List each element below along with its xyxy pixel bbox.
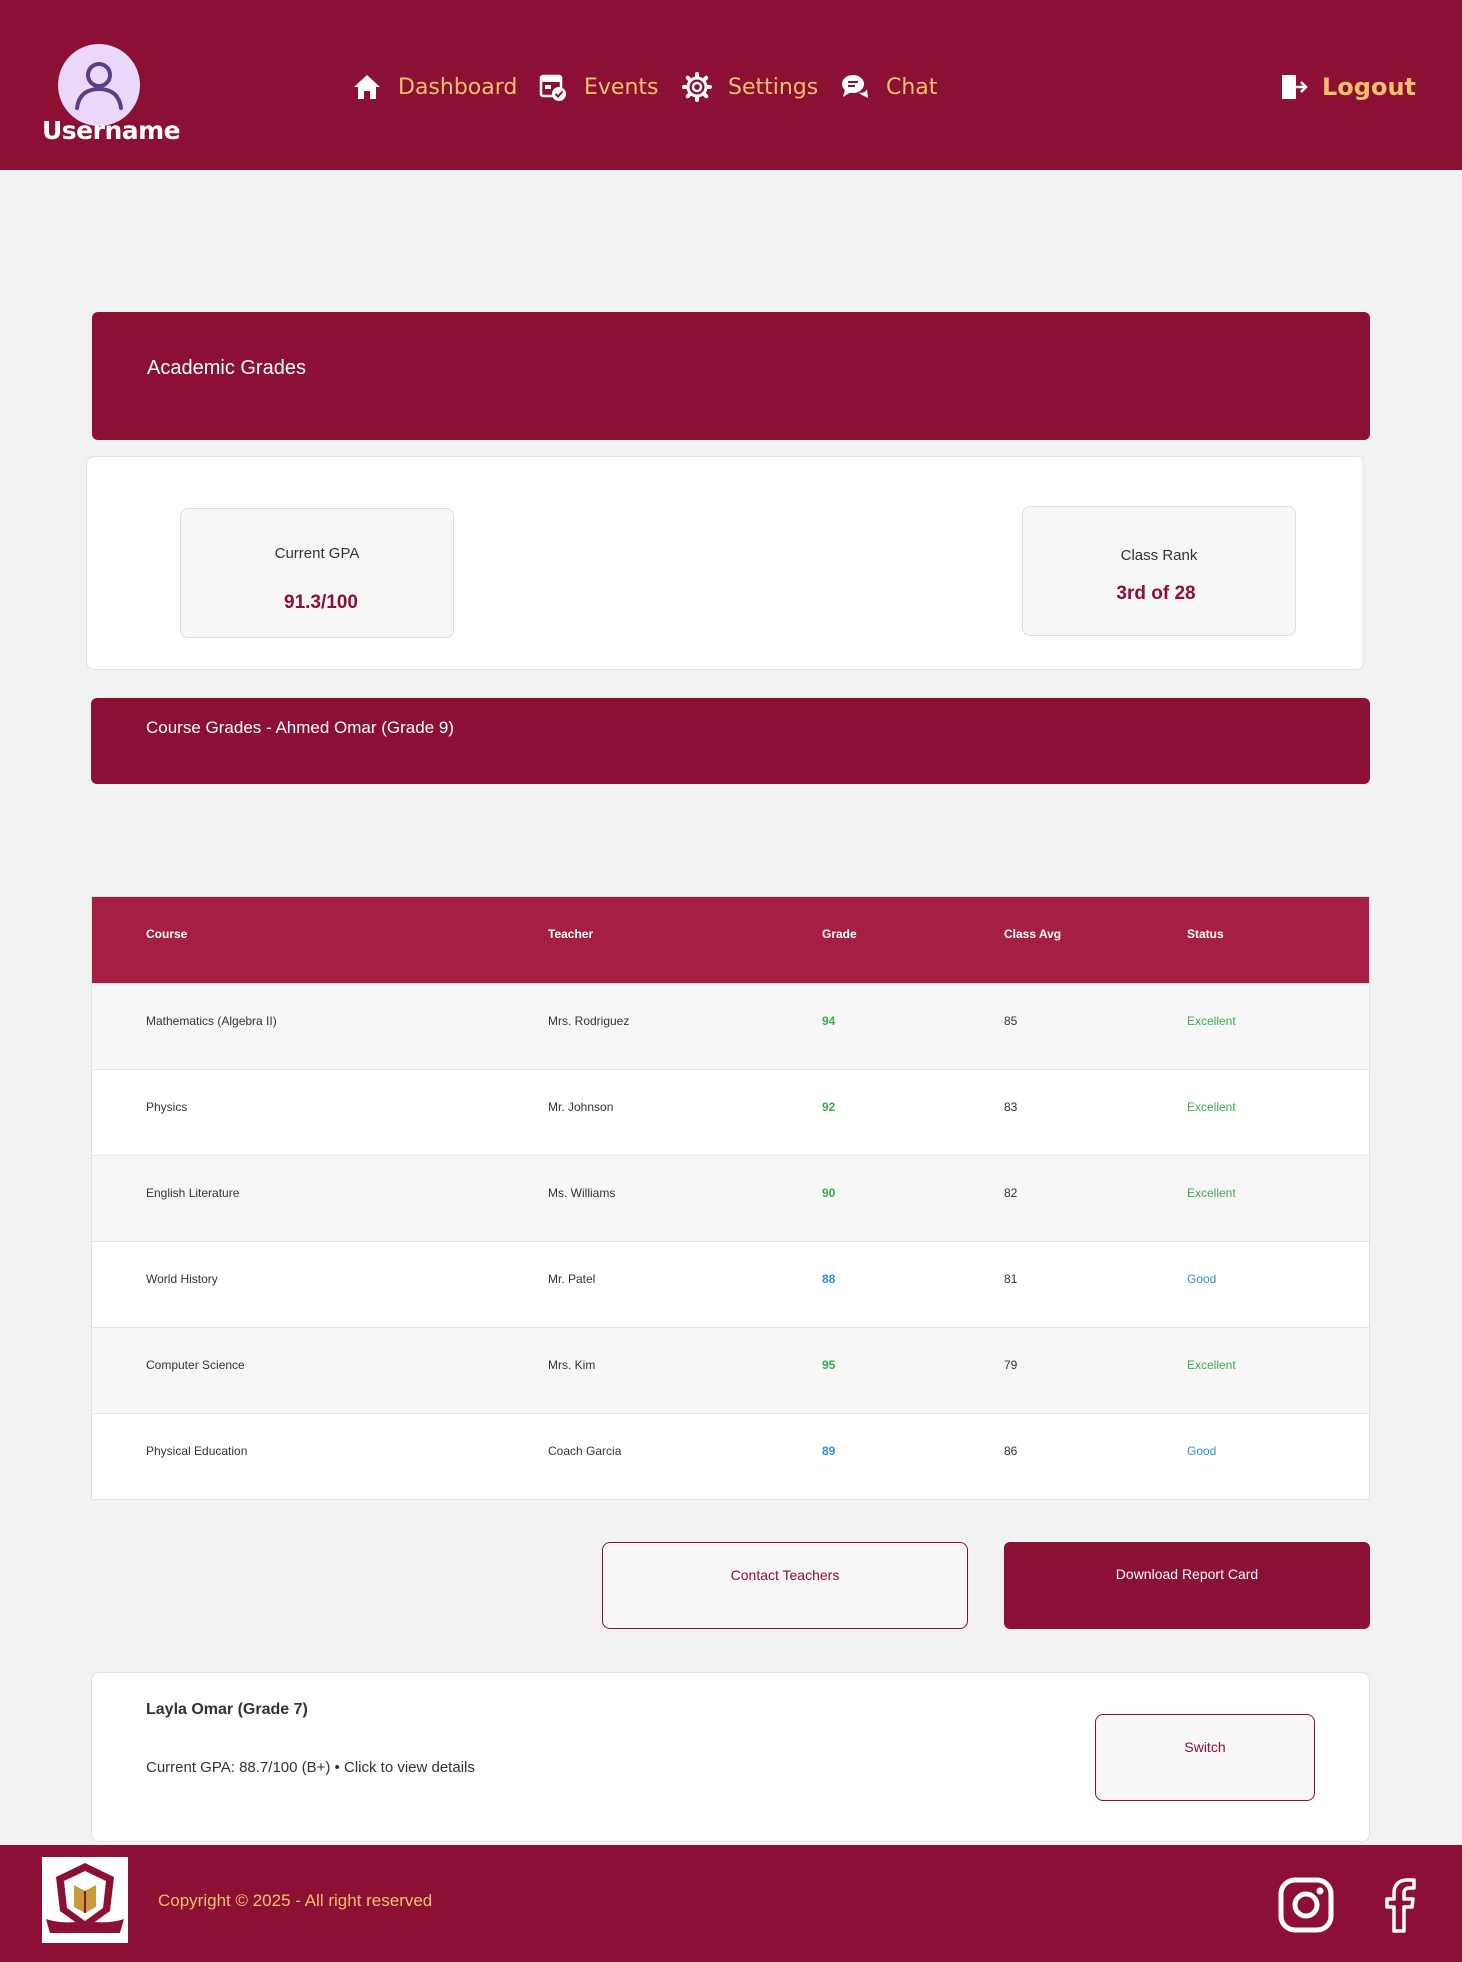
grade-cell: 90: [822, 1186, 836, 1200]
footer: Copyright © 2025 - All right reserved: [0, 1845, 1462, 1962]
contact-teachers-label: Contact Teachers: [730, 1567, 840, 1583]
gear-icon: [682, 72, 712, 102]
gpa-card: Current GPA 91.3/100: [180, 508, 454, 638]
class-avg-cell: 79: [1004, 1358, 1018, 1372]
nav-events[interactable]: Events: [538, 72, 659, 102]
table-row: Physics Mr. Johnson 92 83 Excellent: [92, 1069, 1369, 1155]
teacher-cell: Mr. Johnson: [548, 1100, 614, 1114]
download-report-card-label: Download Report Card: [1115, 1566, 1259, 1582]
teacher-cell: Coach Garcia: [548, 1444, 622, 1458]
column-header-teacher: Teacher: [548, 927, 594, 941]
column-header-class-avg: Class Avg: [1004, 927, 1062, 941]
grade-cell: 94: [822, 1014, 836, 1028]
nav-settings[interactable]: Settings: [682, 72, 818, 102]
page-title: Academic Grades: [147, 357, 306, 379]
status-cell: Excellent: [1187, 1358, 1236, 1372]
top-navigation-bar: Username Dashboard Events Settings Chat …: [0, 0, 1462, 170]
class-rank-card: Class Rank 3rd of 28: [1022, 506, 1296, 636]
column-header-grade: Grade: [822, 927, 857, 941]
status-cell: Excellent: [1187, 1100, 1236, 1114]
grade-cell: 95: [822, 1358, 836, 1372]
logout-button[interactable]: Logout: [1280, 72, 1416, 102]
grade-cell: 92: [822, 1100, 836, 1114]
switch-label: Switch: [1184, 1739, 1226, 1755]
logout-icon: [1282, 75, 1308, 99]
class-avg-cell: 83: [1004, 1100, 1018, 1114]
username-label: Username: [42, 116, 181, 145]
class-avg-cell: 82: [1004, 1186, 1018, 1200]
teacher-cell: Mrs. Kim: [548, 1358, 596, 1372]
class-avg-cell: 81: [1004, 1272, 1018, 1286]
teacher-cell: Mrs. Rodriguez: [548, 1014, 630, 1028]
table-row: World History Mr. Patel 88 81 Good: [92, 1241, 1369, 1327]
table-row: Computer Science Mrs. Kim 95 79 Excellent: [92, 1327, 1369, 1413]
grades-table: Course Teacher Grade Class Avg Status Ma…: [91, 896, 1370, 1500]
sibling-student-card[interactable]: Layla Omar (Grade 7) Current GPA: 88.7/1…: [91, 1672, 1370, 1842]
nav-chat-label: Chat: [886, 74, 938, 100]
school-logo: [42, 1857, 128, 1943]
logout-label: Logout: [1322, 73, 1417, 101]
sibling-gpa-info: Current GPA: 88.7/100 (B+) • Click to vi…: [146, 1759, 475, 1776]
page-title-banner: Academic Grades: [92, 312, 1370, 440]
status-cell: Good: [1187, 1272, 1217, 1286]
school-crest-icon: [46, 1863, 124, 1933]
class-avg-cell: 86: [1004, 1444, 1018, 1458]
course-cell: Physics: [146, 1100, 188, 1114]
grade-cell: 89: [822, 1444, 836, 1458]
table-header: Course Teacher Grade Class Avg Status: [92, 897, 1369, 983]
course-cell: Physical Education: [146, 1444, 248, 1458]
course-grades-heading: Course Grades - Ahmed Omar (Grade 9): [146, 718, 455, 737]
course-cell: Mathematics (Algebra II): [146, 1014, 277, 1028]
status-cell: Excellent: [1187, 1014, 1236, 1028]
gpa-label: Current GPA: [274, 545, 360, 562]
contact-teachers-button[interactable]: Contact Teachers: [602, 1542, 968, 1629]
table-body: Mathematics (Algebra II) Mrs. Rodriguez 94…: [92, 983, 1369, 1499]
home-icon: [354, 75, 380, 99]
chat-icon: [842, 75, 868, 98]
grade-cell: 88: [822, 1272, 836, 1286]
copyright-text: Copyright © 2025 - All right reserved: [158, 1891, 433, 1910]
calendar-check-icon: [539, 74, 566, 101]
sibling-name: Layla Omar (Grade 7): [146, 1701, 308, 1718]
facebook-icon[interactable]: [1372, 1877, 1428, 1933]
class-rank-value: 3rd of 28: [1116, 583, 1196, 604]
nav-settings-label: Settings: [728, 74, 819, 100]
download-report-card-button[interactable]: Download Report Card: [1004, 1542, 1370, 1629]
table-row: Physical Education Coach Garcia 89 86 Good: [92, 1413, 1369, 1499]
switch-student-button[interactable]: Switch: [1095, 1714, 1315, 1801]
course-grades-banner: Course Grades - Ahmed Omar (Grade 9): [91, 698, 1370, 784]
nav-chat[interactable]: Chat: [840, 72, 937, 102]
class-avg-cell: 85: [1004, 1014, 1018, 1028]
gpa-value: 91.3/100: [284, 592, 358, 613]
instagram-icon[interactable]: [1278, 1877, 1334, 1933]
course-cell: Computer Science: [146, 1358, 245, 1372]
column-header-course: Course: [146, 927, 188, 941]
column-header-status: Status: [1187, 927, 1224, 941]
course-cell: English Literature: [146, 1186, 240, 1200]
table-row: English Literature Ms. Williams 90 82 Excell…: [92, 1155, 1369, 1241]
nav-events-label: Events: [584, 74, 659, 100]
course-cell: World History: [146, 1272, 218, 1286]
gpa-summary-panel: Current GPA 91.3/100 Class Rank 3rd of 2…: [86, 456, 1364, 670]
table-row: Mathematics (Algebra II) Mrs. Rodriguez 94…: [92, 983, 1369, 1069]
user-icon: [75, 62, 123, 110]
status-cell: Excellent: [1187, 1186, 1236, 1200]
teacher-cell: Ms. Williams: [548, 1186, 616, 1200]
nav-dashboard[interactable]: Dashboard: [352, 72, 517, 102]
class-rank-label: Class Rank: [1120, 547, 1198, 564]
teacher-cell: Mr. Patel: [548, 1272, 596, 1286]
nav-dashboard-label: Dashboard: [398, 74, 518, 100]
avatar[interactable]: [58, 44, 140, 126]
status-cell: Good: [1187, 1444, 1217, 1458]
